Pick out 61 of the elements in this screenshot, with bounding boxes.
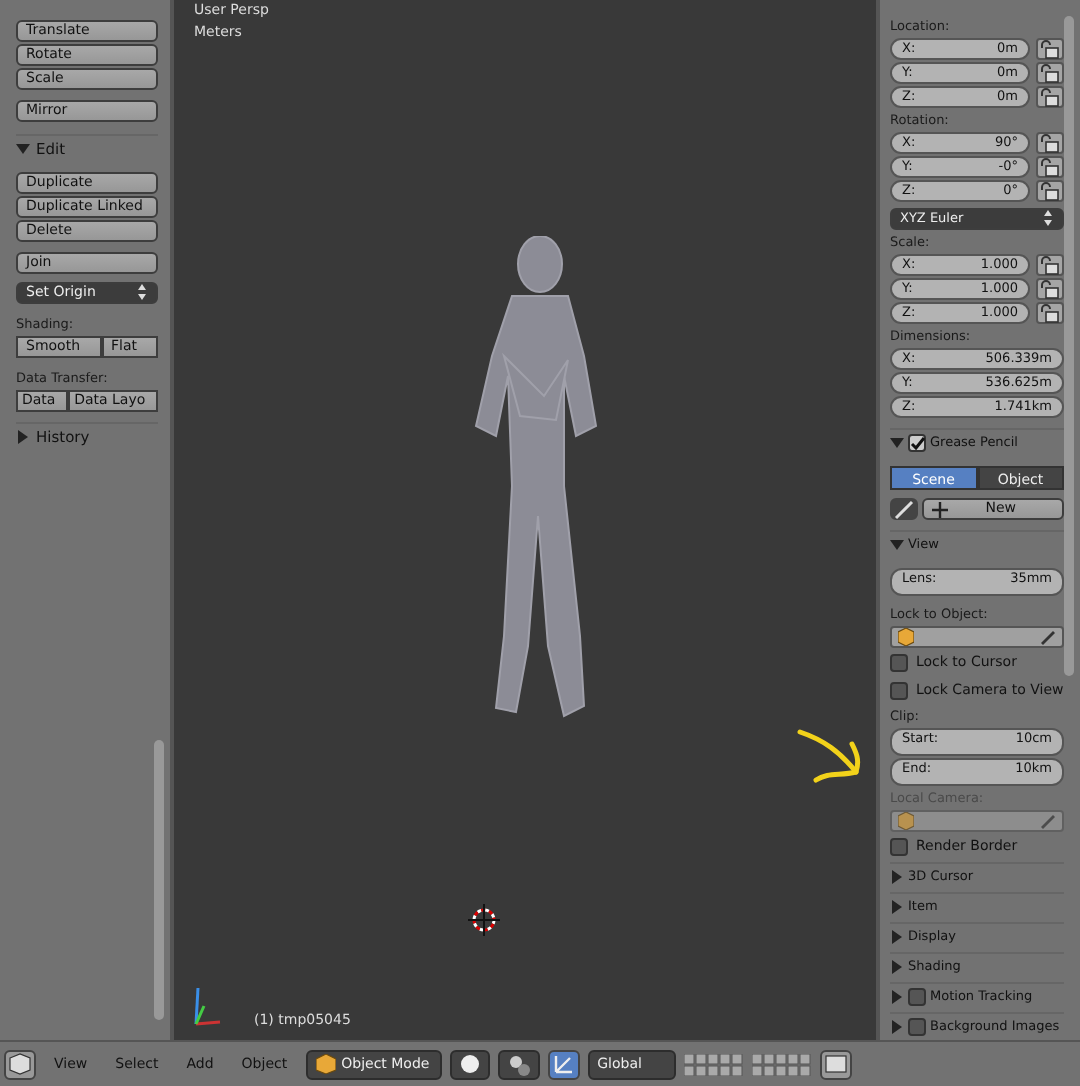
lock-button[interactable]	[1036, 38, 1064, 60]
checkbox[interactable]	[908, 988, 926, 1006]
object-field[interactable]	[890, 626, 1064, 648]
lock-icon	[1040, 303, 1060, 323]
cube-icon	[315, 1054, 336, 1074]
lock-button[interactable]	[1036, 180, 1064, 202]
pivot-dropdown[interactable]	[497, 1049, 540, 1079]
lock-button[interactable]	[1036, 278, 1064, 300]
lock-icon	[1040, 39, 1060, 59]
3d-cursor-icon	[468, 904, 500, 936]
collapsed-triangle-icon[interactable]	[890, 990, 904, 1004]
lock-button[interactable]	[1036, 62, 1064, 84]
scrollbar[interactable]	[1064, 16, 1074, 676]
lock-icon	[1040, 279, 1060, 299]
lock-icon	[1040, 133, 1060, 153]
collapsed-triangle-icon[interactable]	[890, 870, 904, 884]
updown-arrow-icon	[136, 284, 148, 300]
checkmark-icon	[909, 436, 925, 450]
lock-icon	[1040, 87, 1060, 107]
scrollbar[interactable]	[154, 740, 164, 1020]
checkbox[interactable]	[890, 682, 908, 700]
eyedropper-icon	[1040, 628, 1056, 646]
collapsed-triangle-icon[interactable]	[16, 430, 30, 444]
cube-icon	[898, 812, 914, 830]
updown-arrow-icon	[1042, 210, 1054, 226]
collapsed-triangle-icon[interactable]	[890, 900, 904, 914]
lock-button[interactable]	[1036, 254, 1064, 276]
pencil-icon	[894, 499, 914, 519]
axes-icon	[551, 1052, 576, 1076]
render-button[interactable]	[819, 1049, 852, 1079]
lock-icon	[1040, 255, 1060, 275]
checkbox[interactable]	[890, 838, 908, 856]
checkbox[interactable]	[908, 434, 926, 452]
lock-button[interactable]	[1036, 86, 1064, 108]
cube-icon	[8, 1052, 32, 1076]
lock-button[interactable]	[1036, 156, 1064, 178]
expanded-triangle-icon[interactable]	[16, 142, 30, 156]
expanded-triangle-icon[interactable]	[890, 538, 904, 552]
shading-dropdown[interactable]	[449, 1049, 490, 1079]
axis-gizmo-icon	[192, 984, 224, 1028]
circles-icon	[507, 1053, 530, 1075]
expanded-triangle-icon[interactable]	[890, 436, 904, 450]
pencil-dropdown[interactable]	[890, 498, 918, 520]
eyedropper-icon	[1040, 812, 1056, 830]
image-icon	[823, 1052, 848, 1076]
editor-type-button[interactable]	[4, 1049, 36, 1079]
checkbox[interactable]	[890, 654, 908, 672]
lock-icon	[1040, 181, 1060, 201]
collapsed-triangle-icon[interactable]	[890, 1020, 904, 1034]
lock-icon	[1040, 63, 1060, 83]
lock-button[interactable]	[1036, 302, 1064, 324]
plus-icon	[931, 501, 948, 517]
checkbox[interactable]	[908, 1018, 926, 1036]
sphere-icon	[459, 1054, 480, 1074]
lock-icon	[1040, 157, 1060, 177]
layer-grid-icon[interactable]	[683, 1053, 744, 1075]
lock-button[interactable]	[1036, 132, 1064, 154]
collapsed-triangle-icon[interactable]	[890, 930, 904, 944]
manipulator-toggle[interactable]	[547, 1049, 580, 1079]
cube-icon	[898, 628, 914, 646]
collapsed-triangle-icon[interactable]	[890, 960, 904, 974]
